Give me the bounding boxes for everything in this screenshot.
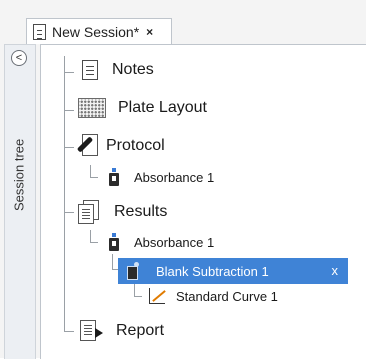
- tree-connector: [64, 212, 74, 213]
- tree-connector: [112, 254, 113, 269]
- blank-subtraction-content: Blank Subtraction 1: [126, 262, 269, 280]
- tree-item-notes[interactable]: Notes: [82, 60, 154, 80]
- blank-subtraction-icon: [126, 262, 140, 280]
- notes-icon: [82, 60, 98, 80]
- tree-connector: [64, 56, 65, 332]
- tree-item-label: Protocol: [106, 137, 165, 154]
- collapse-toggle-icon[interactable]: <: [11, 50, 27, 66]
- tree-item-label: Notes: [112, 61, 154, 78]
- protocol-wrench-icon: [76, 134, 100, 158]
- document-icon: [33, 23, 46, 40]
- tree-connector: [90, 230, 91, 242]
- tree-item-standard-curve[interactable]: Standard Curve 1: [148, 287, 278, 305]
- tree-connector: [64, 331, 74, 332]
- absorbance-icon: [108, 233, 120, 251]
- report-icon: [80, 320, 104, 342]
- tab-title: New Session*: [52, 23, 140, 40]
- tree-item-label: Blank Subtraction 1: [156, 263, 269, 279]
- tree-connector: [64, 72, 74, 73]
- tree-item-label: Results: [114, 203, 168, 220]
- standard-curve-icon: [148, 287, 166, 305]
- tree-item-label: Report: [116, 322, 165, 339]
- tree-connector: [134, 296, 142, 297]
- absorbance-icon: [108, 168, 120, 186]
- tree-connector: [64, 147, 74, 148]
- tree-connector: [134, 283, 135, 296]
- remove-item-icon[interactable]: x: [332, 263, 339, 278]
- tree-item-report[interactable]: Report: [80, 320, 164, 342]
- tree-item-protocol-absorbance[interactable]: Absorbance 1: [108, 168, 214, 186]
- tree-item-protocol[interactable]: Protocol: [76, 134, 165, 158]
- tree-item-results[interactable]: Results: [78, 200, 167, 224]
- tree-item-results-absorbance[interactable]: Absorbance 1: [108, 233, 214, 251]
- tree-item-blank-subtraction[interactable]: Blank Subtraction 1 x: [118, 258, 348, 284]
- tree-item-label: Standard Curve 1: [176, 288, 278, 304]
- tree-item-plate-layout[interactable]: Plate Layout: [78, 98, 207, 118]
- session-tree-label: Session tree: [11, 138, 27, 211]
- tab-strip: New Session* ×: [22, 14, 366, 44]
- tree-item-label: Absorbance 1: [134, 234, 215, 250]
- tree-connector: [64, 110, 74, 111]
- tab-new-session[interactable]: New Session* ×: [26, 18, 172, 44]
- session-window: New Session* × < Session tree Notes Plat…: [0, 0, 366, 359]
- tree-connector: [90, 165, 91, 177]
- tree-connector: [90, 242, 98, 243]
- tab-close-icon[interactable]: ×: [146, 25, 153, 39]
- tree-connector: [90, 177, 98, 178]
- session-tree-rail[interactable]: < Session tree: [4, 44, 36, 359]
- results-icon: [78, 200, 100, 224]
- plate-grid-icon: [78, 98, 106, 118]
- tree-item-label: Plate Layout: [118, 99, 207, 116]
- tree-item-label: Absorbance 1: [134, 169, 215, 185]
